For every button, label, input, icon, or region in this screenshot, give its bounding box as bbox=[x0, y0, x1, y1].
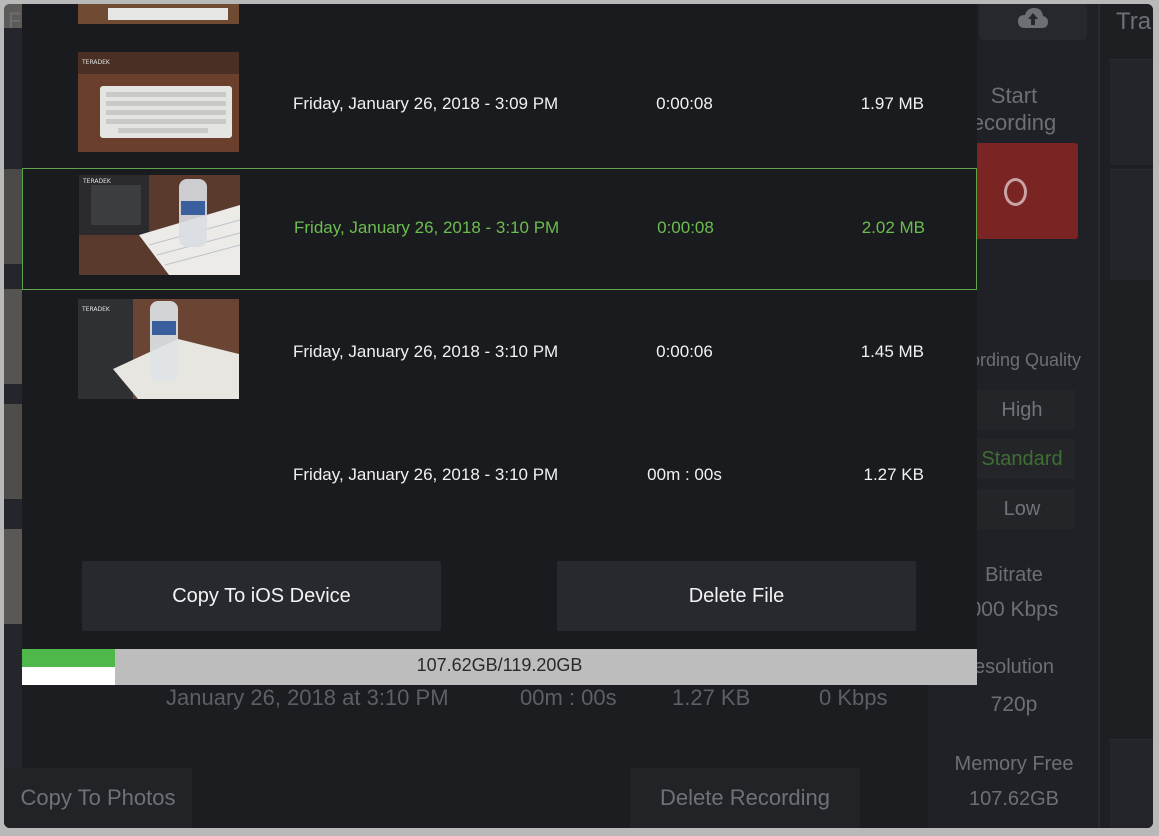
background-thumbnail bbox=[4, 289, 22, 384]
file-duration: 0:00:06 bbox=[656, 342, 713, 361]
recording-size: 1.27 KB bbox=[672, 685, 751, 710]
file-browser-modal: TERADEK Friday, January 26, 2018 - 3:09 … bbox=[22, 4, 977, 682]
background-thumbnail bbox=[4, 529, 22, 624]
quality-option-standard[interactable]: Standard bbox=[969, 439, 1075, 479]
recording-duration: 00m : 00s bbox=[520, 685, 617, 710]
svg-text:TERADEK: TERADEK bbox=[81, 306, 111, 313]
file-size: 1.45 MB bbox=[860, 342, 924, 361]
cloud-upload-icon bbox=[1018, 8, 1048, 28]
file-date: Friday, January 26, 2018 - 3:10 PM bbox=[293, 465, 559, 484]
file-thumbnail-partial bbox=[78, 4, 239, 24]
quality-option-high[interactable]: High bbox=[969, 390, 1075, 430]
delete-recording-button[interactable]: Delete Recording bbox=[630, 768, 860, 828]
file-duration: 0:00:08 bbox=[657, 218, 714, 237]
background-far-right-panel bbox=[1098, 4, 1153, 828]
record-icon bbox=[1004, 178, 1027, 206]
resolution-value: 720p bbox=[990, 693, 1038, 716]
file-size: 1.27 KB bbox=[863, 465, 925, 484]
video-thumbnail: TERADEK bbox=[78, 299, 239, 399]
upload-button[interactable] bbox=[979, 4, 1087, 40]
recording-bitrate: 0 Kbps bbox=[819, 685, 888, 710]
file-duration: 0:00:08 bbox=[656, 94, 713, 113]
file-row[interactable]: TERADEK Friday, January 26, 2018 - 3:09 … bbox=[22, 30, 977, 152]
memory-free-value: 107.62GB bbox=[968, 788, 1060, 810]
recording-quality-label: ording Quality bbox=[970, 350, 1082, 370]
copy-to-photos-button[interactable]: Copy To Photos bbox=[4, 768, 192, 828]
file-duration: 00m : 00s bbox=[647, 465, 722, 484]
video-thumbnail: TERADEK bbox=[78, 52, 239, 152]
background-tab-label: Tra bbox=[1116, 8, 1152, 35]
file-date: Friday, January 26, 2018 - 3:10 PM bbox=[293, 342, 559, 361]
file-size: 1.97 MB bbox=[860, 94, 924, 113]
file-row[interactable]: Friday, January 26, 2018 - 3:10 PM 00m :… bbox=[22, 401, 977, 523]
svg-text:TERADEK: TERADEK bbox=[81, 59, 111, 66]
background-thumbnail bbox=[4, 169, 22, 264]
file-date: Friday, January 26, 2018 - 3:10 PM bbox=[294, 218, 560, 237]
storage-text: 107.62GB/119.20GB bbox=[416, 655, 583, 675]
file-date: Friday, January 26, 2018 - 3:09 PM bbox=[293, 94, 559, 113]
file-row-selected[interactable]: TERADEK Friday, January 26, 2018 - 3:10 … bbox=[22, 168, 977, 290]
background-title-glyph: F bbox=[8, 8, 22, 33]
svg-text:TERADEK: TERADEK bbox=[82, 178, 112, 185]
copy-to-ios-device-button[interactable]: Copy To iOS Device bbox=[82, 561, 441, 631]
storage-usage-bar: 107.62GB/119.20GB bbox=[22, 649, 977, 685]
file-size: 2.02 MB bbox=[861, 218, 925, 237]
quality-option-low[interactable]: Low bbox=[969, 489, 1075, 529]
file-row[interactable]: TERADEK Friday, January 26, 2018 - 3:10 … bbox=[22, 277, 977, 399]
background-thumbnail bbox=[4, 404, 22, 499]
memory-free-label: Memory Free bbox=[954, 753, 1074, 775]
app-window: F Tra Start ecording ording Quality High… bbox=[4, 4, 1153, 828]
video-thumbnail: TERADEK bbox=[79, 175, 240, 275]
recording-date: January 26, 2018 at 3:10 PM bbox=[166, 685, 449, 710]
delete-file-button[interactable]: Delete File bbox=[557, 561, 916, 631]
